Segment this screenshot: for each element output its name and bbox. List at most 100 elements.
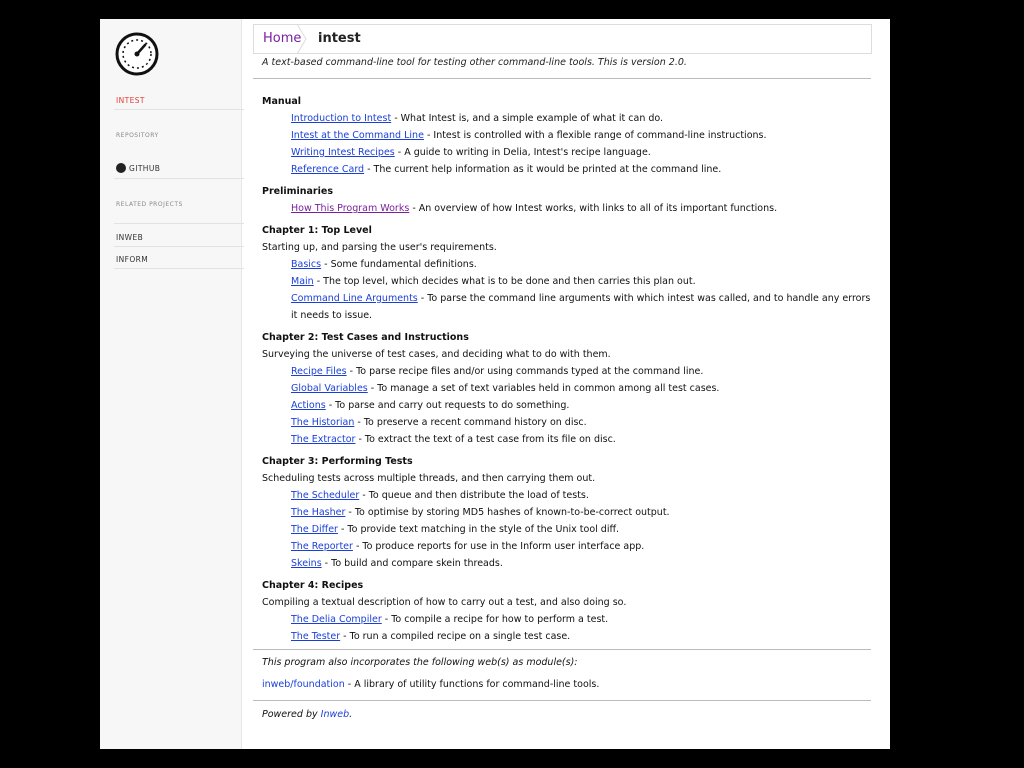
section-link[interactable]: Reference Card [291,164,364,175]
sidebar-item-inweb[interactable]: INWEB [116,233,244,242]
modules-note: This program also incorporates the follo… [262,657,578,668]
section-link-description: - An overview of how Intest works, with … [409,203,778,214]
section-link-description: - The top level, which decides what is t… [313,276,696,287]
section-link[interactable]: The Historian [291,417,354,428]
list-item: Main - The top level, which decides what… [262,273,872,290]
section-link[interactable]: The Extractor [291,434,355,445]
section-title: Chapter 4: Recipes [262,580,364,591]
divider [114,109,244,110]
list-item: Intest at the Command Line - Intest is c… [262,127,872,144]
list-item: Skeins - To build and compare skein thre… [262,555,872,572]
repository-heading: REPOSITORY [116,132,159,139]
section-title: Chapter 3: Performing Tests [262,456,413,467]
breadcrumb-separator-icon [297,24,307,54]
section-description: Compiling a textual description of how t… [262,597,627,608]
section-description: Surveying the universe of test cases, an… [262,349,611,360]
sidebar-item-intest[interactable]: INTEST [116,96,244,105]
section-link-description: - To provide text matching in the style … [337,524,620,535]
powered-by: Powered by Inweb. [262,709,352,720]
powered-prefix: Powered by [262,709,321,720]
section-link[interactable]: Command Line Arguments [291,293,418,304]
section-link[interactable]: Basics [291,259,321,270]
list-item: Reference Card - The current help inform… [262,161,872,178]
divider [114,246,244,247]
section-link[interactable]: The Hasher [291,507,345,518]
list-item: The Scheduler - To queue and then distri… [262,487,872,504]
section-link-description: - To parse recipe files and/or using com… [346,366,704,377]
section-link-description: - To preserve a recent command history o… [354,417,587,428]
list-item: The Delia Compiler - To compile a recipe… [262,611,872,628]
module-entry: inweb/foundation - A library of utility … [262,679,599,690]
section-link-description: - Intest is controlled with a flexible r… [423,130,767,141]
section-link-description: - What Intest is, and a simple example o… [391,113,664,124]
section-link-description: - To extract the text of a test case fro… [355,434,616,445]
section-link-description: - The current help information as it wou… [364,164,722,175]
powered-suffix: . [349,709,353,720]
section-title: Manual [262,96,302,107]
section-link[interactable]: Actions [291,400,326,411]
section-link-description: - To optimise by storing MD5 hashes of k… [345,507,670,518]
divider [114,223,244,224]
list-item: How This Program Works - An overview of … [262,200,872,217]
list-item: Basics - Some fundamental definitions. [262,256,872,273]
module-link[interactable]: inweb/foundation [262,679,345,690]
section-title: Chapter 1: Top Level [262,225,372,236]
section-link[interactable]: The Tester [291,631,340,642]
section-link-description: - To compile a recipe for how to perform… [381,614,609,625]
github-icon [116,163,126,173]
list-item: The Extractor - To extract the text of a… [262,431,872,448]
section-link[interactable]: Introduction to Intest [291,113,391,124]
section-link[interactable]: Skeins [291,558,322,569]
divider [253,78,871,79]
sidebar-item-github[interactable]: GITHUB [116,163,244,173]
section-link[interactable]: The Reporter [291,541,353,552]
section-link-description: - Some fundamental definitions. [321,259,477,270]
section-link[interactable]: Writing Intest Recipes [291,147,395,158]
section-link[interactable]: Global Variables [291,383,368,394]
list-item: Introduction to Intest - What Intest is,… [262,110,872,127]
section-title: Chapter 2: Test Cases and Instructions [262,332,469,343]
list-item: The Historian - To preserve a recent com… [262,414,872,431]
section-link-description: - To manage a set of text variables held… [367,383,720,394]
module-description: - A library of utility functions for com… [344,679,600,690]
section-link-description: - To queue and then distribute the load … [359,490,589,501]
list-item: Global Variables - To manage a set of te… [262,380,872,397]
list-item: Command Line Arguments - To parse the co… [262,290,872,324]
section-link[interactable]: How This Program Works [291,203,409,214]
list-item: Actions - To parse and carry out request… [262,397,872,414]
divider [114,268,244,269]
section-link-description: - To run a compiled recipe on a single t… [340,631,571,642]
list-item: The Hasher - To optimise by storing MD5 … [262,504,872,521]
section-link-description: - A guide to writing in Delia, Intest's … [394,147,651,158]
speedometer-logo-icon[interactable] [114,31,160,77]
section-link-description: - To build and compare skein threads. [321,558,503,569]
section-link-description: - To produce reports for use in the Info… [352,541,645,552]
list-item: Writing Intest Recipes - A guide to writ… [262,144,872,161]
github-label: GITHUB [129,164,161,173]
page: INTEST REPOSITORY GITHUB RELATED PROJECT… [100,19,890,749]
section-title: Preliminaries [262,186,333,197]
breadcrumb: Home intest [253,24,872,54]
sidebar-item-inform[interactable]: INFORM [116,255,244,264]
inweb-link[interactable]: Inweb [321,709,349,720]
list-item: Recipe Files - To parse recipe files and… [262,363,872,380]
breadcrumb-current: intest [318,31,361,46]
breadcrumb-home-link[interactable]: Home [263,31,301,46]
section-link[interactable]: Intest at the Command Line [291,130,424,141]
section-link[interactable]: Recipe Files [291,366,347,377]
section-description: Scheduling tests across multiple threads… [262,473,596,484]
list-item: The Differ - To provide text matching in… [262,521,872,538]
purpose-text: A text-based command-line tool for testi… [262,57,687,68]
divider [114,178,244,179]
section-description: Starting up, and parsing the user's requ… [262,242,497,253]
sidebar: INTEST REPOSITORY GITHUB RELATED PROJECT… [100,19,244,749]
section-link[interactable]: The Scheduler [291,490,359,501]
list-item: The Reporter - To produce reports for us… [262,538,872,555]
contents-list: Manual Introduction to Intest - What Inte… [262,93,872,650]
related-projects-heading: RELATED PROJECTS [116,201,183,208]
divider [253,649,871,650]
section-link-description: - To parse and carry out requests to do … [325,400,570,411]
section-link[interactable]: The Delia Compiler [291,614,382,625]
section-link[interactable]: The Differ [291,524,338,535]
section-link[interactable]: Main [291,276,314,287]
